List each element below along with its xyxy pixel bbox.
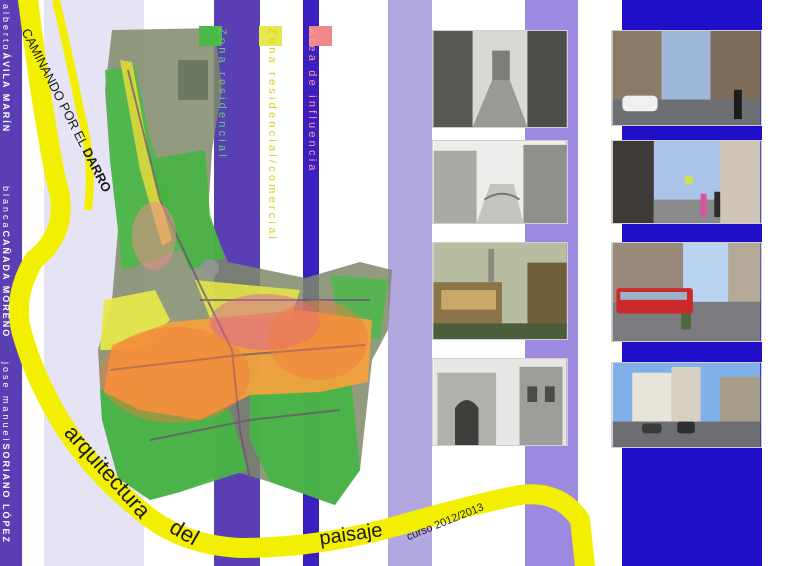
credit-author1-first: alberto [1, 4, 11, 53]
engraving-icon [433, 359, 567, 445]
legend-label-influence: Área de influencia [306, 28, 318, 174]
credit-author3: jose manuelSORIANO LÓPEZ [1, 362, 11, 545]
modern-photo-4 [611, 362, 762, 448]
historic-image-3 [432, 242, 568, 340]
engraving-icon [433, 31, 567, 127]
credit-author2: blancaCAÑADA MORENO [1, 186, 11, 339]
credit-author1-last: ÁVILA MARÍN [1, 52, 11, 134]
legend-label-mixed: Zona residencial/comercial [266, 28, 278, 243]
credit-author3-first: jose manuel [1, 362, 11, 444]
legend-label-residential: Zona residencial [216, 28, 228, 160]
photo-icon [612, 141, 761, 223]
photo-icon [612, 363, 761, 447]
modern-photo-1 [611, 30, 762, 126]
modern-photo-3 [611, 242, 762, 342]
credit-author2-last: CAÑADA MORENO [1, 230, 11, 339]
painting-icon [433, 243, 567, 339]
historic-image-1 [432, 30, 568, 128]
modern-photo-2 [611, 140, 762, 224]
credit-author1: albertoÁVILA MARÍN [1, 4, 11, 134]
credit-author2-first: blanca [1, 186, 11, 231]
photo-icon [612, 243, 761, 341]
drawing-icon [433, 141, 567, 223]
historic-image-2 [432, 140, 568, 224]
credit-author3-last: SORIANO LÓPEZ [1, 443, 11, 545]
historic-image-4 [432, 358, 568, 446]
photo-icon [612, 31, 761, 125]
